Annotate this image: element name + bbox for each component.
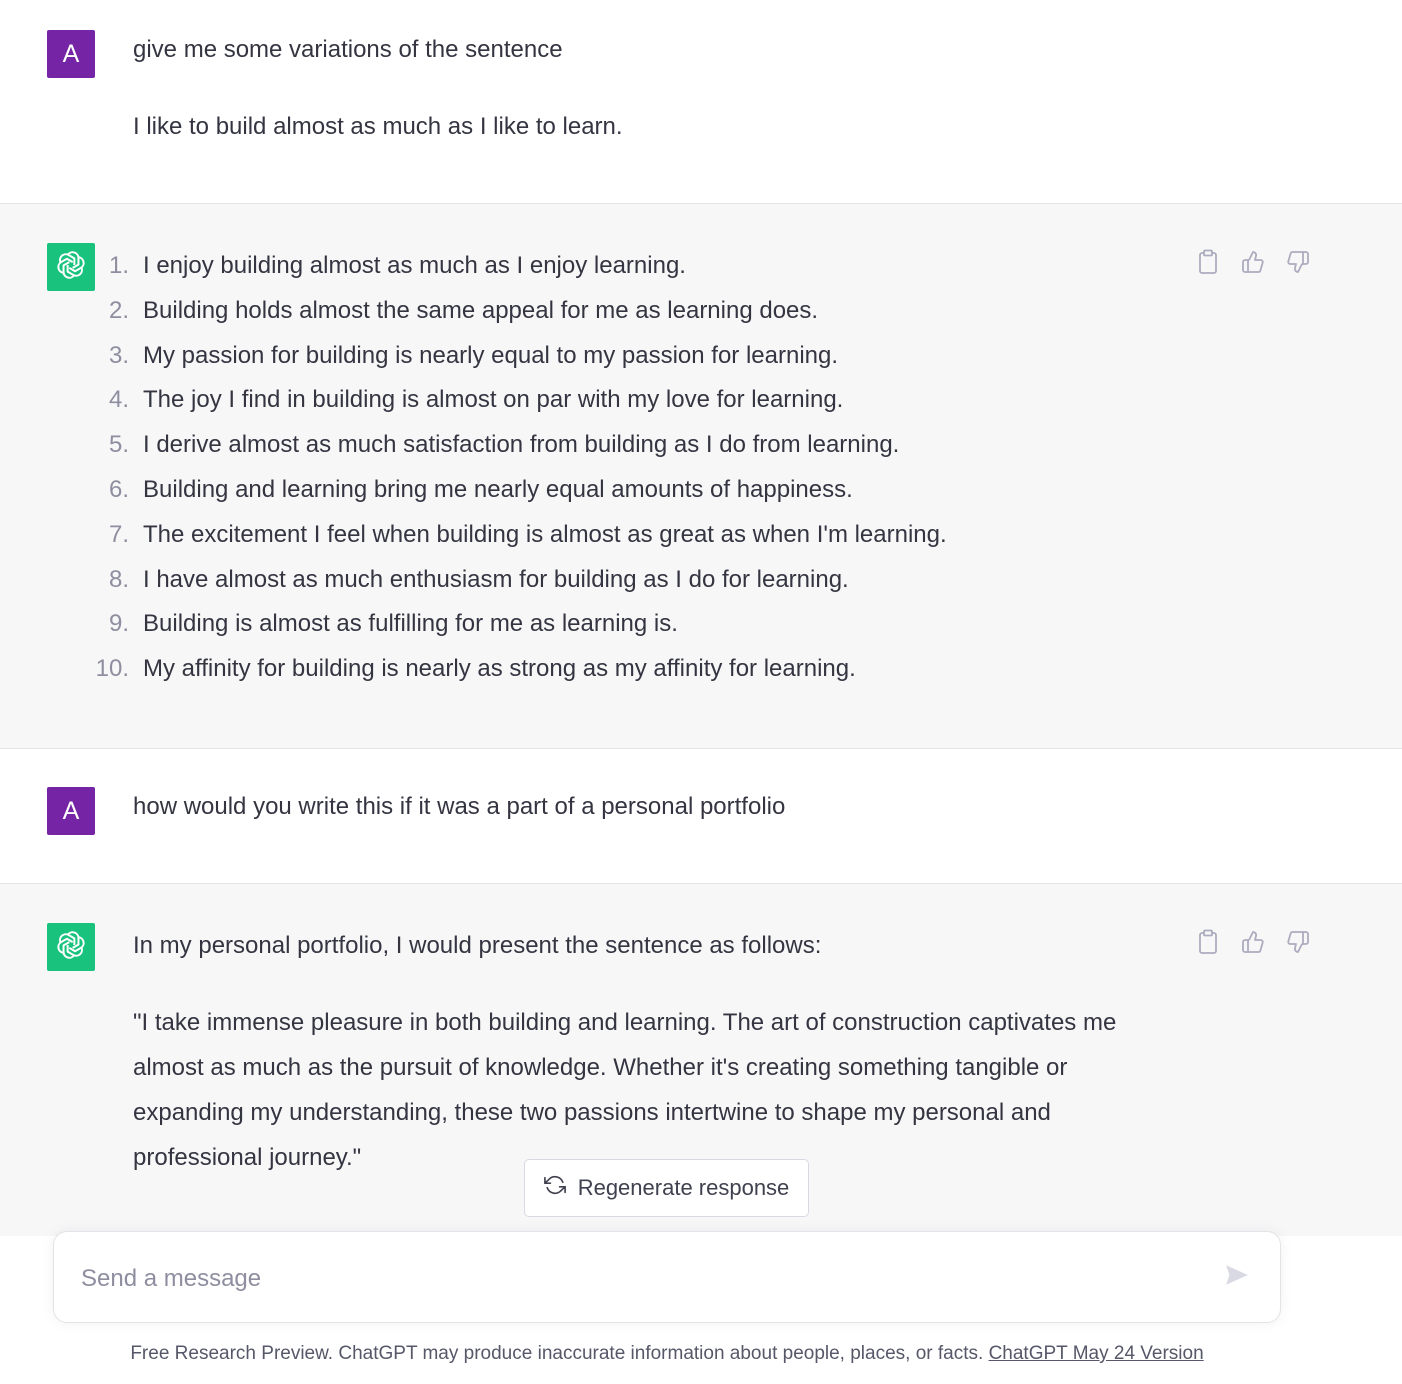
user-avatar-letter: A — [62, 796, 80, 825]
message-actions — [1196, 249, 1310, 274]
assistant-quote-text: "I take immense pleasure in both buildin… — [133, 1009, 1117, 1171]
list-number: 9. — [108, 610, 129, 638]
send-button[interactable] — [1219, 1259, 1255, 1295]
thumbs-down-icon[interactable] — [1286, 930, 1310, 954]
footer-text: Free Research Preview. ChatGPT may produ… — [130, 1343, 984, 1364]
list-item-text: Building holds almost the same appeal fo… — [143, 296, 819, 324]
version-link[interactable]: ChatGPT May 24 Version — [989, 1343, 1204, 1364]
user-avatar-letter: A — [62, 39, 80, 68]
list-item-text: My passion for building is nearly equal … — [143, 341, 839, 369]
list-number: 7. — [108, 520, 129, 548]
clipboard-icon[interactable] — [1196, 929, 1220, 954]
list-number: 8. — [108, 565, 129, 593]
list-item-text: I have almost as much enthusiasm for bui… — [143, 565, 849, 593]
regenerate-label: Regenerate response — [577, 1175, 790, 1200]
list-item-text: Building is almost as fulfilling for me … — [143, 610, 678, 638]
footer-disclaimer: Free Research Preview. ChatGPT may produ… — [0, 1343, 1334, 1365]
user-message-2: A how would you write this if it was a p… — [0, 749, 1402, 883]
thumbs-down-icon[interactable] — [1286, 250, 1310, 274]
regenerate-response-button[interactable]: Regenerate response — [524, 1159, 809, 1217]
user-avatar: A — [47, 30, 95, 78]
message-input[interactable] — [79, 1256, 1183, 1302]
list-item-text: The joy I find in building is almost on … — [143, 386, 844, 414]
list-number: 4. — [108, 386, 129, 414]
list-item-text: I derive almost as much satisfaction fro… — [143, 431, 900, 459]
message-composer — [53, 1231, 1281, 1323]
list-number: 2. — [108, 296, 129, 324]
thumbs-up-icon[interactable] — [1241, 250, 1265, 274]
list-item-text: The excitement I feel when building is a… — [143, 520, 947, 548]
user-message-1: A give me some variations of the sentenc… — [0, 0, 1402, 203]
chatgpt-avatar — [47, 923, 95, 971]
list-item-text: My affinity for building is nearly as st… — [143, 655, 856, 683]
assistant-intro-text: In my personal portfolio, I would presen… — [133, 932, 822, 959]
user-message-line-2: I like to build almost as much as I like… — [133, 113, 623, 140]
user-avatar: A — [47, 787, 95, 835]
openai-logo-icon — [54, 928, 88, 967]
clipboard-icon[interactable] — [1196, 249, 1220, 274]
refresh-icon — [543, 1174, 566, 1202]
list-number: 10. — [95, 655, 129, 683]
user-message-text: how would you write this if it was a par… — [133, 793, 786, 820]
list-item-text: Building and learning bring me nearly eq… — [143, 475, 853, 503]
message-actions — [1196, 929, 1310, 954]
send-icon — [1224, 1262, 1250, 1293]
list-number: 6. — [108, 475, 129, 503]
list-item-text: I enjoy building almost as much as I enj… — [143, 252, 686, 279]
list-number: 5. — [108, 431, 129, 459]
thumbs-up-icon[interactable] — [1241, 930, 1265, 954]
user-message-line-1: give me some variations of the sentence — [133, 36, 563, 63]
list-number: 1. — [108, 252, 129, 279]
list-number: 3. — [108, 341, 129, 369]
